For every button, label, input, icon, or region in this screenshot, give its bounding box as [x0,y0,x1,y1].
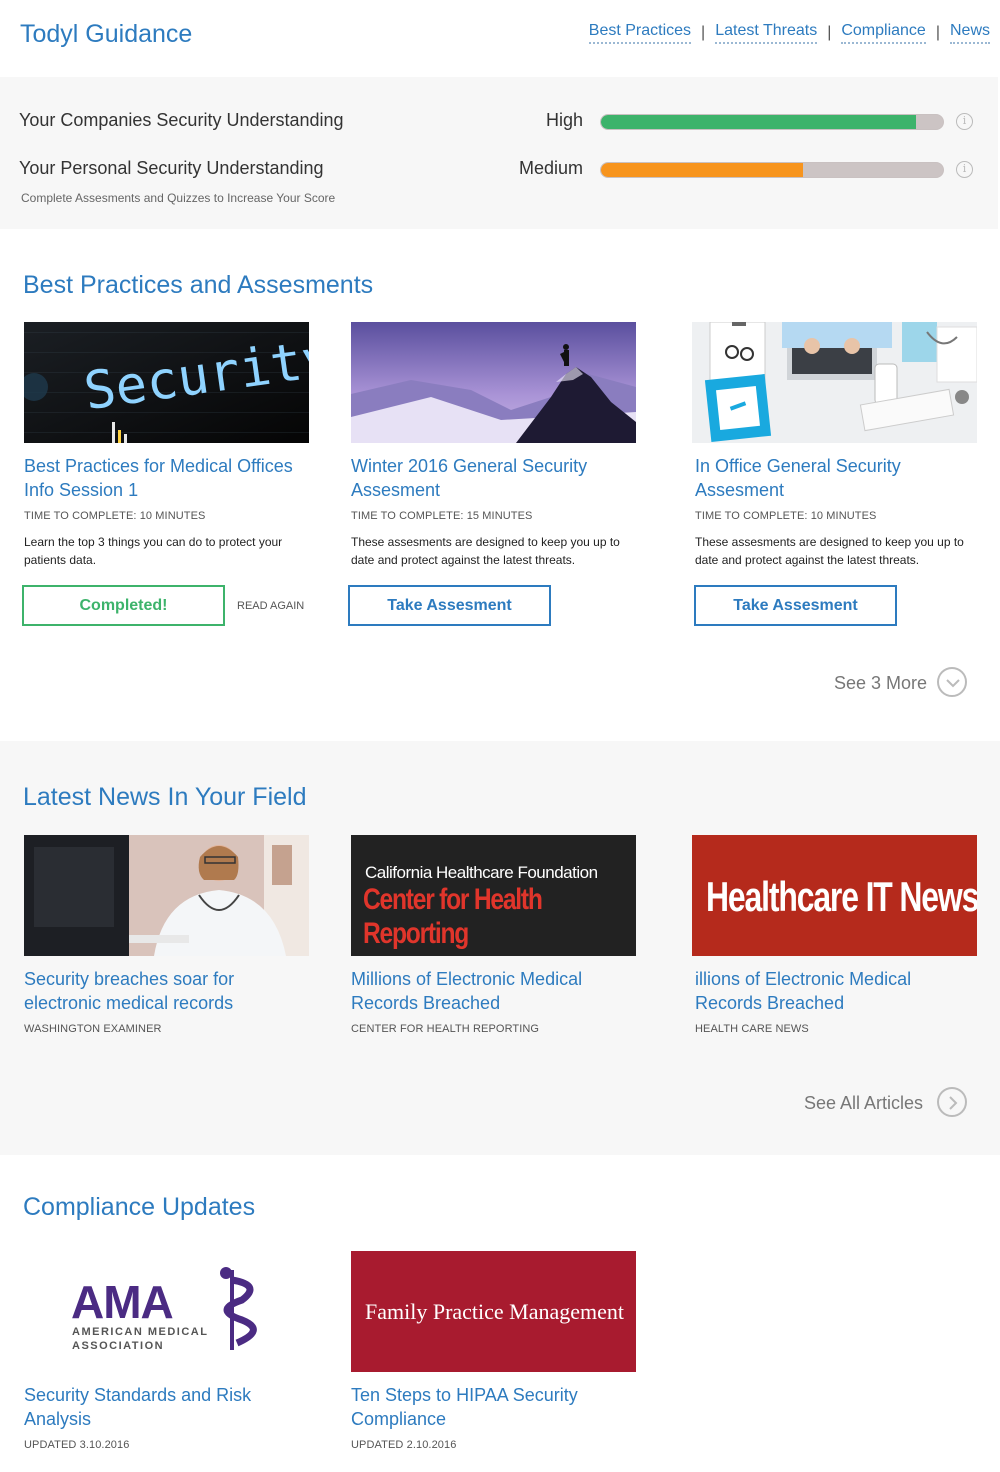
latest-news-section: Latest News In Your Field Security breac… [0,741,1000,1155]
news-source: CENTER FOR HEALTH REPORTING [351,1023,540,1035]
company-score-bar [600,114,944,130]
compliance-card: AMA AMERICAN MEDICAL ASSOCIATION Securit… [24,1251,314,1461]
card-title[interactable]: In Office General Security Assesment [695,454,980,502]
card-image-office-desk[interactable] [692,322,977,443]
news-image-hitn-logo[interactable]: Healthcare IT News [692,835,977,956]
company-score-fill [601,115,916,129]
logo-text: Center for Health Reporting [363,883,543,950]
info-icon[interactable]: i [956,113,973,130]
completed-button[interactable]: Completed! [22,585,225,626]
logo-text: Healthcare IT News [706,873,977,921]
card-description: These assesments are designed to keep yo… [695,535,964,567]
compliance-section: Compliance Updates AMA AMERICAN MEDICAL … [0,1155,1000,1472]
card-title[interactable]: Winter 2016 General Security Assesment [351,454,636,502]
news-title[interactable]: Millions of Electronic Medical Records B… [351,967,636,1015]
company-score-level: High [545,110,583,130]
news-card: California Healthcare Foundation Center … [351,835,641,1045]
company-score-row: Your Companies Security Understanding Hi… [0,110,998,140]
news-source: WASHINGTON EXAMINER [24,1023,162,1035]
card-image-mountain[interactable] [351,322,636,443]
score-hint: Complete Assesments and Quizzes to Incre… [21,191,336,205]
card-time-to-complete: TIME TO COMPLETE: 10 MINUTES [695,510,877,522]
caduceus-icon [220,1267,257,1350]
news-title[interactable]: illions of Electronic Medical Records Br… [695,967,980,1015]
section-title: Best Practices and Assesments [23,271,374,299]
compliance-title[interactable]: Ten Steps to HIPAA Security Compliance [351,1383,636,1431]
security-scores-panel: Your Companies Security Understanding Hi… [0,77,998,229]
info-icon[interactable]: i [956,161,973,178]
best-practices-section: Best Practices and Assesments Security B… [0,229,1000,741]
card-time-to-complete: TIME TO COMPLETE: 15 MINUTES [351,510,533,522]
header: Todyl Guidance Best Practices | Latest T… [0,0,1000,76]
fpm-logo[interactable]: Family Practice Management [351,1251,636,1372]
personal-score-level: Medium [518,158,583,178]
news-image-chr-logo[interactable]: California Healthcare Foundation Center … [351,835,636,956]
company-score-label: Your Companies Security Understanding [19,110,344,130]
logo-text: Family Practice Management [365,1299,625,1324]
ama-logo[interactable]: AMA AMERICAN MEDICAL ASSOCIATION [24,1251,309,1372]
news-source: HEALTH CARE NEWS [695,1023,809,1035]
news-image-doctor[interactable] [24,835,309,956]
nav-news[interactable]: News [949,22,990,44]
news-card: Security breaches soar for electronic me… [24,835,314,1045]
card-image-security[interactable]: Security [24,322,309,443]
brand-title: Todyl Guidance [20,20,193,48]
nav-compliance[interactable]: Compliance [841,22,926,44]
nav-separator: | [827,24,832,41]
news-card: Healthcare IT News illions of Electronic… [692,835,982,1045]
take-assessment-button[interactable]: Take Assesment [348,585,551,626]
logo-text: California Healthcare Foundation [365,863,598,882]
card-title[interactable]: Best Practices for Medical Offices Info … [24,454,309,502]
compliance-updated-date: UPDATED 2.10.2016 [351,1439,457,1451]
personal-score-bar [600,162,944,178]
news-title[interactable]: Security breaches soar for electronic me… [24,967,309,1015]
card-description: Learn the top 3 things you can do to pro… [24,535,283,567]
nav-separator: | [935,24,940,41]
compliance-card: Family Practice Management Ten Steps to … [351,1251,641,1461]
nav-separator: | [701,24,706,41]
logo-text-part: News [891,873,977,920]
card-time-to-complete: TIME TO COMPLETE: 10 MINUTES [24,510,206,522]
nav-best-practices[interactable]: Best Practices [588,22,692,44]
chevron-right-icon[interactable] [937,1087,967,1117]
logo-text: ASSOCIATION [72,1340,165,1352]
personal-score-label: Your Personal Security Understanding [19,158,324,178]
logo-text-part: Healthcare [706,873,866,920]
logo-text: AMERICAN MEDICAL [72,1326,209,1338]
personal-score-fill [601,163,803,177]
personal-score-row: Your Personal Security Understanding Med… [0,158,998,188]
see-more-link[interactable]: See 3 More [834,673,927,694]
take-assessment-button[interactable]: Take Assesment [694,585,897,626]
section-title: Latest News In Your Field [23,783,307,811]
logo-text: AMA [71,1276,174,1328]
logo-text-part: IT [865,873,893,920]
section-title: Compliance Updates [23,1193,256,1221]
compliance-title[interactable]: Security Standards and Risk Analysis [24,1383,309,1431]
card-description: These assesments are designed to keep yo… [351,535,620,567]
read-again-link[interactable]: READ AGAIN [237,600,304,612]
compliance-updated-date: UPDATED 3.10.2016 [24,1439,130,1451]
see-all-articles-link[interactable]: See All Articles [804,1093,923,1114]
chevron-down-icon[interactable] [937,667,967,697]
nav-latest-threats[interactable]: Latest Threats [715,22,818,44]
top-nav: Best Practices | Latest Threats | Compli… [588,22,990,44]
